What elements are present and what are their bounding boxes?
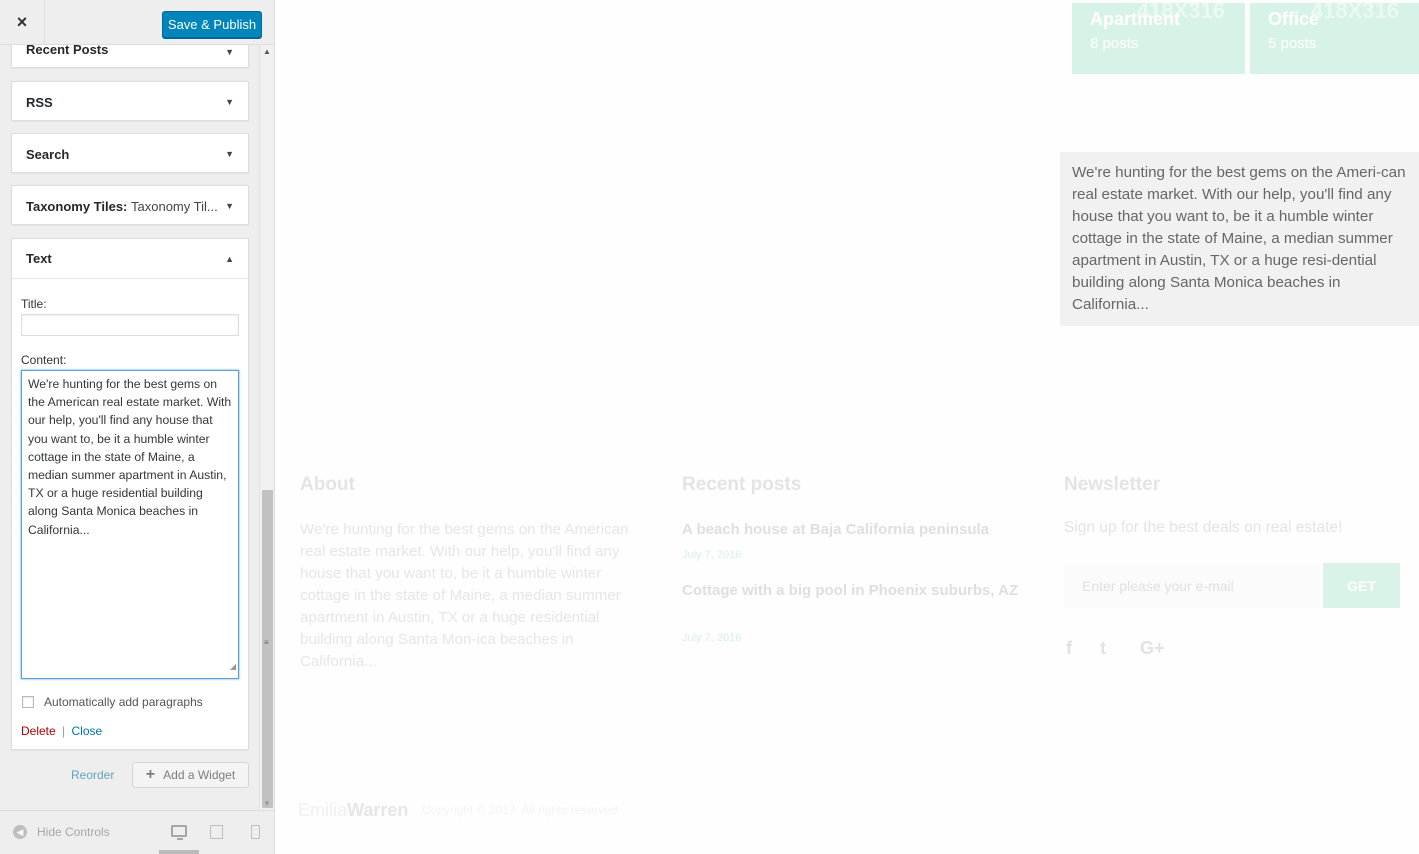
scroll-down-arrow-icon[interactable]: ▼ [263, 799, 271, 808]
plus-icon: + [145, 766, 156, 783]
scroll-grip-icon: ≡ [264, 638, 269, 647]
widget-header[interactable]: Search ▼ [12, 134, 248, 174]
title-input[interactable] [21, 314, 239, 336]
collapse-arrow-icon[interactable]: ▲ [225, 254, 234, 264]
widget-title: Taxonomy Tiles: Taxonomy Til... [26, 199, 218, 214]
tablet-preview-icon[interactable] [210, 825, 223, 839]
taxonomy-tile-office[interactable]: 418X316 Office 5 posts [1250, 0, 1419, 74]
post-link[interactable]: A beach house at Baja California peninsu… [682, 519, 1022, 541]
reorder-link[interactable]: Reorder [71, 768, 114, 782]
site-logo[interactable]: EmiliaWarren [298, 800, 408, 821]
desktop-preview-icon[interactable] [171, 825, 187, 840]
newsletter-get-button[interactable]: GET [1323, 563, 1400, 608]
hide-controls-button[interactable]: ◀ Hide Controls [13, 825, 110, 839]
save-publish-button[interactable]: Save & Publish [162, 11, 262, 38]
widget-header[interactable]: Taxonomy Tiles: Taxonomy Til... ▼ [12, 186, 248, 226]
add-widget-label: Add a Widget [163, 768, 236, 782]
expand-arrow-icon[interactable]: ▼ [225, 47, 234, 57]
widget-header[interactable]: Text ▲ [12, 239, 248, 279]
content-label: Content: [21, 353, 67, 367]
about-text: We're hunting for the best gems on the A… [300, 521, 629, 670]
widget-title: Search [26, 146, 70, 162]
add-widget-button[interactable]: + Add a Widget [132, 762, 249, 788]
tile-name: Apartment [1090, 9, 1181, 29]
taxonomy-tile-apartment[interactable]: 418X316 Apartment 8 posts [1072, 0, 1245, 74]
content-text: We're hunting for the best gems on the A… [28, 377, 232, 537]
widget-text: Text ▲ Title: Content: We're hunting for… [11, 238, 249, 750]
google-plus-icon[interactable]: G+ [1140, 638, 1165, 659]
logo-bold: Warren [347, 800, 409, 820]
text-widget-preview: We're hunting for the best gems on the A… [1060, 152, 1419, 326]
widget-taxonomy-tiles[interactable]: Taxonomy Tiles: Taxonomy Til... ▼ [11, 185, 249, 225]
logo-light: Emilia [298, 800, 348, 820]
title-label: Title: [21, 297, 47, 311]
recent-posts-heading: Recent posts [682, 474, 802, 495]
delete-link[interactable]: Delete [21, 724, 56, 738]
tile-post-count: 5 posts [1268, 35, 1317, 52]
newsletter-text: Sign up for the best deals on real estat… [1064, 519, 1343, 536]
panel-scrollbar[interactable]: ▲ ≡ ▼ [259, 45, 274, 810]
active-device-indicator [159, 850, 199, 854]
close-customizer-button[interactable]: × [0, 0, 45, 45]
collapse-arrow-icon: ◀ [13, 825, 27, 839]
widget-search[interactable]: Search ▼ [11, 133, 249, 173]
widget-title: RSS [26, 94, 53, 110]
facebook-icon[interactable]: f [1066, 638, 1072, 659]
close-link[interactable]: Close [72, 724, 103, 738]
scrollbar-thumb[interactable]: ≡ [262, 490, 273, 808]
expand-arrow-icon[interactable]: ▼ [225, 97, 234, 107]
widget-header[interactable]: RSS ▼ [12, 82, 248, 122]
resize-grip-icon[interactable]: ◢ [230, 658, 236, 676]
hide-controls-label: Hide Controls [37, 825, 110, 839]
scroll-up-arrow-icon[interactable]: ▲ [263, 47, 271, 56]
tile-post-count: 8 posts [1090, 35, 1139, 52]
post-link[interactable]: Cottage with a big pool in Phoenix subur… [682, 580, 1022, 602]
close-icon: × [16, 12, 28, 32]
tile-name: Office [1268, 9, 1320, 29]
expand-arrow-icon[interactable]: ▼ [225, 201, 234, 211]
widget-actions: Delete | Close [21, 724, 102, 738]
expand-arrow-icon[interactable]: ▼ [225, 149, 234, 159]
auto-paragraphs-checkbox[interactable] [22, 696, 34, 708]
newsletter-email-input[interactable]: Enter please your e-mail [1064, 563, 1320, 608]
widget-title: Text [26, 251, 52, 266]
auto-paragraphs-option[interactable]: Automatically add paragraphs [22, 695, 203, 709]
site-preview: 418X316 Apartment 8 posts 418X316 Office… [276, 0, 1419, 854]
panel-footer: ◀ Hide Controls [0, 810, 274, 854]
customizer-panel: × Save & Publish Recent Posts ▼ RSS ▼ Se… [0, 0, 275, 854]
copyright-text: Copyright © 2017. All rights reserved [422, 803, 618, 817]
link-separator: | [62, 724, 66, 738]
newsletter-heading: Newsletter [1064, 474, 1161, 495]
post-date: July 7, 2016 [682, 549, 742, 561]
twitter-icon[interactable]: t [1100, 638, 1106, 659]
widget-rss[interactable]: RSS ▼ [11, 81, 249, 121]
about-heading: About [300, 474, 355, 495]
widget-title-sub: Taxonomy Til... [131, 198, 218, 214]
panel-header: × Save & Publish [0, 0, 274, 45]
content-textarea[interactable]: We're hunting for the best gems on the A… [21, 370, 239, 679]
auto-paragraphs-label: Automatically add paragraphs [44, 695, 203, 709]
post-date: July 7, 2016 [682, 632, 742, 644]
widget-title-main: Taxonomy Tiles: [26, 198, 128, 214]
mobile-preview-icon[interactable] [251, 825, 260, 839]
